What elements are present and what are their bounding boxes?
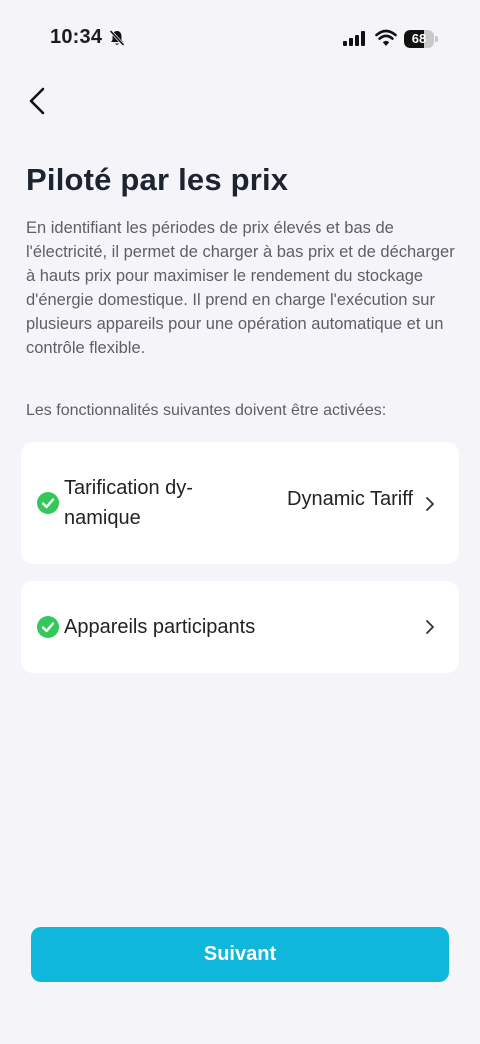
back-button[interactable] [22, 84, 56, 118]
page-description: En identifiant les périodes de prix élev… [26, 219, 455, 357]
feature-card-participating-devices[interactable]: Appareils participants [21, 581, 459, 673]
feature-label: Tarification dy­namique [64, 477, 193, 529]
status-time: 10:34 [50, 26, 103, 48]
check-circle-icon [37, 492, 59, 514]
feature-card-dynamic-tariff[interactable]: Tarification dy­namique Dynamic Tariff [21, 442, 459, 564]
chevron-right-icon [426, 497, 434, 511]
check-circle-icon [37, 616, 59, 638]
status-bar: 10:34 68 [0, 0, 480, 78]
chevron-left-icon [29, 87, 45, 115]
page-title: Piloté par les prix [26, 162, 289, 197]
battery-icon: 68 [404, 30, 438, 48]
chevron-right-icon [426, 620, 434, 634]
battery-level: 68 [411, 31, 427, 46]
next-button[interactable]: Suivant [31, 927, 449, 982]
wifi-icon [375, 29, 397, 46]
requirements-label: Les fonctionnalités suivantes doivent êt… [26, 402, 387, 419]
signal-icon [343, 31, 365, 46]
bell-slash-icon [109, 29, 125, 47]
feature-label: Appareils participants [64, 616, 256, 638]
feature-value: Dynamic Tariff [287, 488, 413, 510]
